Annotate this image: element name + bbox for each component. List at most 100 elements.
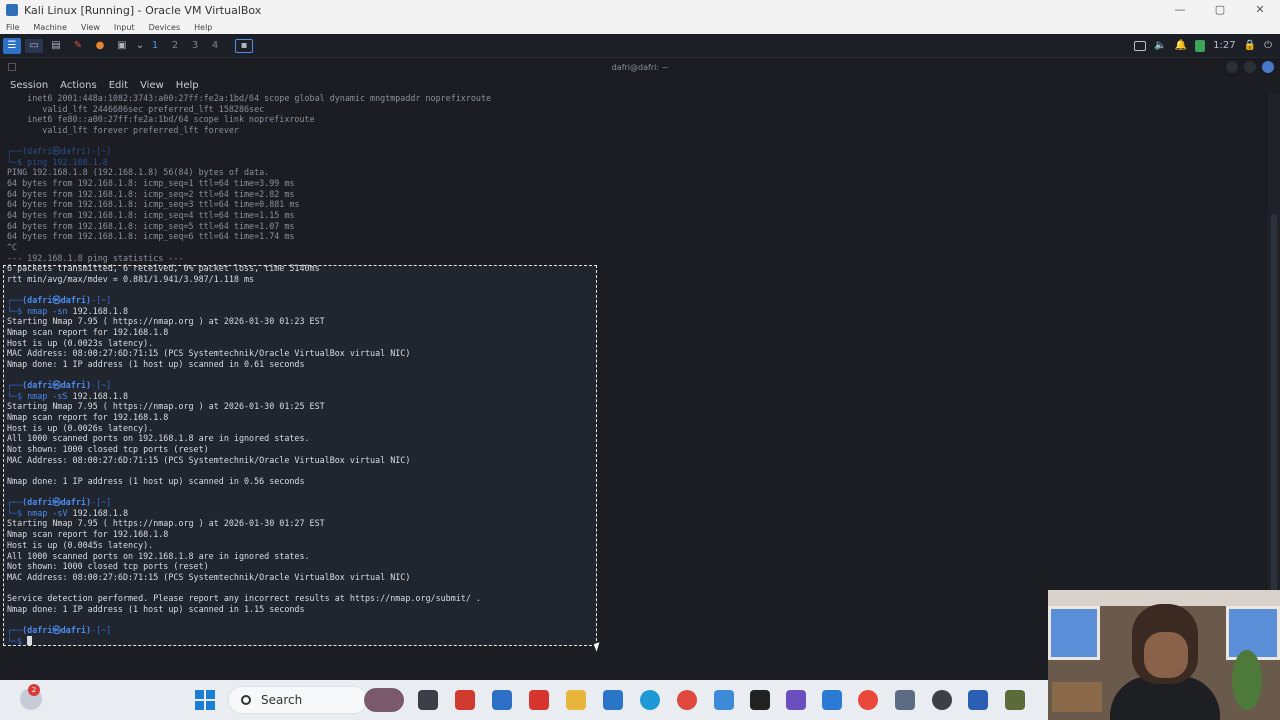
vbox-title-bar: Kali Linux [Running] - Oracle VM Virtual… (0, 0, 1280, 20)
terminal-line: MAC Address: 08:00:27:6D:71:15 (PCS Syst… (7, 455, 411, 465)
kali-menu-icon[interactable]: ☰ (3, 37, 21, 54)
search-icon (241, 695, 251, 705)
terminal-line: ┌──(dafri㉿dafri)-[~] (7, 380, 112, 390)
scrollbar-thumb[interactable] (1271, 214, 1277, 654)
terminal-line: Not shown: 1000 closed tcp ports (reset) (7, 444, 209, 454)
terminal-line: Nmap done: 1 IP address (1 host up) scan… (7, 604, 305, 614)
terminal-line: MAC Address: 08:00:27:6D:71:15 (PCS Syst… (7, 572, 411, 582)
vbox-window-title: Kali Linux [Running] - Oracle VM Virtual… (24, 3, 262, 17)
terminal-line: 64 bytes from 192.168.1.8: icmp_seq=4 tt… (7, 210, 295, 220)
pen-app-icon[interactable] (492, 690, 512, 710)
terminal-close-icon[interactable] (1262, 61, 1274, 73)
terminal-title: dafri@dafri: ~ (611, 62, 669, 72)
store-icon[interactable] (603, 690, 623, 710)
vbox-menu-help[interactable]: Help (194, 23, 212, 32)
bell-icon[interactable]: 🔔 (1175, 40, 1187, 51)
vbox-menu-bar: File Machine View Input Devices Help (0, 20, 1280, 34)
media-app-icon[interactable] (750, 690, 770, 710)
chrome-icon[interactable] (858, 690, 878, 710)
terminal-line: 64 bytes from 192.168.1.8: icmp_seq=6 tt… (7, 231, 295, 241)
vbox-menu-file[interactable]: File (6, 23, 19, 32)
window-controls: — ▢ ✕ (1160, 0, 1280, 20)
terminal-line: Starting Nmap 7.95 ( https://nmap.org ) … (7, 518, 325, 528)
vbox-menu-devices[interactable]: Devices (149, 23, 181, 32)
terminal-line: Not shown: 1000 closed tcp ports (reset) (7, 561, 209, 571)
terminal-line: ^C (7, 242, 18, 252)
terminal-line: Starting Nmap 7.95 ( https://nmap.org ) … (7, 316, 325, 326)
battery-icon[interactable] (1195, 39, 1206, 52)
terminal-line: 64 bytes from 192.168.1.8: icmp_seq=1 tt… (7, 178, 295, 188)
terminal-line: valid_lft forever preferred_lft forever (7, 125, 239, 135)
terminal-line: Nmap done: 1 IP address (1 host up) scan… (7, 359, 305, 369)
display-icon[interactable] (1134, 40, 1147, 51)
terminal-maximize-icon[interactable] (1244, 61, 1256, 73)
workspace-1[interactable]: 1 (145, 40, 165, 51)
vbox-menu-input[interactable]: Input (114, 23, 135, 32)
terminal-line: PING 192.168.1.8 (192.168.1.8) 56(84) by… (7, 167, 270, 177)
terminal-line: Nmap done: 1 IP address (1 host up) scan… (7, 476, 305, 486)
pdf-app-icon[interactable] (455, 690, 475, 710)
edge-icon[interactable] (640, 690, 660, 710)
firefox-icon[interactable]: ● (91, 39, 109, 53)
power-icon[interactable]: ⏻ (1264, 40, 1272, 51)
lock-icon[interactable]: 🔒 (1244, 40, 1256, 51)
chevron-down-icon[interactable]: ⌄ (135, 39, 145, 53)
task-view-icon[interactable] (418, 690, 438, 710)
terminal-line: ┌──(dafri㉿dafri)-[~] (7, 625, 112, 635)
menu-help[interactable]: Help (176, 80, 199, 91)
windows-start-icon[interactable] (195, 690, 215, 710)
terminal-launcher-icon[interactable]: ▣ (113, 39, 131, 53)
menu-session[interactable]: Session (10, 80, 48, 91)
terminal-line: └─$ (7, 636, 33, 647)
workspace-4[interactable]: 4 (205, 40, 225, 51)
terminal-line: Nmap scan report for 192.168.1.8 (7, 412, 169, 422)
terminal-window-icon (8, 63, 16, 71)
terminal-line: rtt min/avg/max/mdev = 0.881/1.941/3.987… (7, 274, 255, 284)
minimize-icon[interactable]: — (1160, 0, 1200, 20)
menu-actions[interactable]: Actions (60, 80, 97, 91)
vbox-menu-view[interactable]: View (81, 23, 100, 32)
menu-edit[interactable]: Edit (109, 80, 128, 91)
search-label: Search (261, 693, 303, 707)
vscode-icon[interactable] (822, 690, 842, 710)
webcam-window-left (1048, 606, 1100, 660)
wps-app-icon[interactable] (529, 690, 549, 710)
webcam-overlay (1048, 590, 1280, 720)
github-icon[interactable] (932, 690, 952, 710)
check-app-icon[interactable] (714, 690, 734, 710)
teams-icon[interactable] (786, 690, 806, 710)
taskbar-search[interactable]: Search (228, 686, 368, 714)
webcam-table (1052, 682, 1102, 712)
virtualbox-icon (6, 4, 18, 16)
terminal-task-icon[interactable]: ▪ (235, 38, 253, 53)
app-window-icon[interactable] (968, 690, 988, 710)
volume-icon[interactable]: 🔈 (1154, 40, 1166, 51)
desktop-icon[interactable]: ▭ (25, 38, 43, 53)
kali-top-panel: ☰ ▭ ▤ ✎ ● ▣ ⌄ 1 2 3 4 ▪ 🔈 🔔 1:27 🔒 ⏻ (0, 34, 1280, 58)
workspace-2[interactable]: 2 (165, 40, 185, 51)
terminal-line: Nmap scan report for 192.168.1.8 (7, 327, 169, 337)
webcam-person-face (1144, 632, 1188, 678)
terminal-window-controls (1226, 61, 1274, 73)
menu-view[interactable]: View (140, 80, 164, 91)
notification-badge: 2 (28, 684, 40, 696)
terminal-minimize-icon[interactable] (1226, 61, 1238, 73)
terminal-line: All 1000 scanned ports on 192.168.1.8 ar… (7, 433, 310, 443)
app-extra-icon[interactable] (1005, 690, 1025, 710)
webcam-plant (1232, 650, 1262, 710)
maximize-icon[interactable]: ▢ (1200, 0, 1240, 20)
terminal-line: 6 packets transmitted, 6 received, 0% pa… (7, 263, 320, 273)
terminal-scrollbar[interactable] (1268, 94, 1280, 660)
files-icon[interactable]: ▤ (47, 39, 65, 53)
text-cursor (27, 636, 33, 645)
todo-app-icon[interactable] (677, 690, 697, 710)
terminal-title-bar: dafri@dafri: ~ (0, 58, 1280, 76)
vbox-menu-machine[interactable]: Machine (33, 23, 67, 32)
terminal-menu-bar: Session Actions Edit View Help (0, 76, 1280, 94)
editor-icon[interactable]: ✎ (69, 39, 87, 53)
clock[interactable]: 1:27 (1213, 40, 1235, 51)
workspace-3[interactable]: 3 (185, 40, 205, 51)
file-explorer-icon[interactable] (566, 690, 586, 710)
close-icon[interactable]: ✕ (1240, 0, 1280, 20)
virtualbox-task-icon[interactable] (895, 690, 915, 710)
